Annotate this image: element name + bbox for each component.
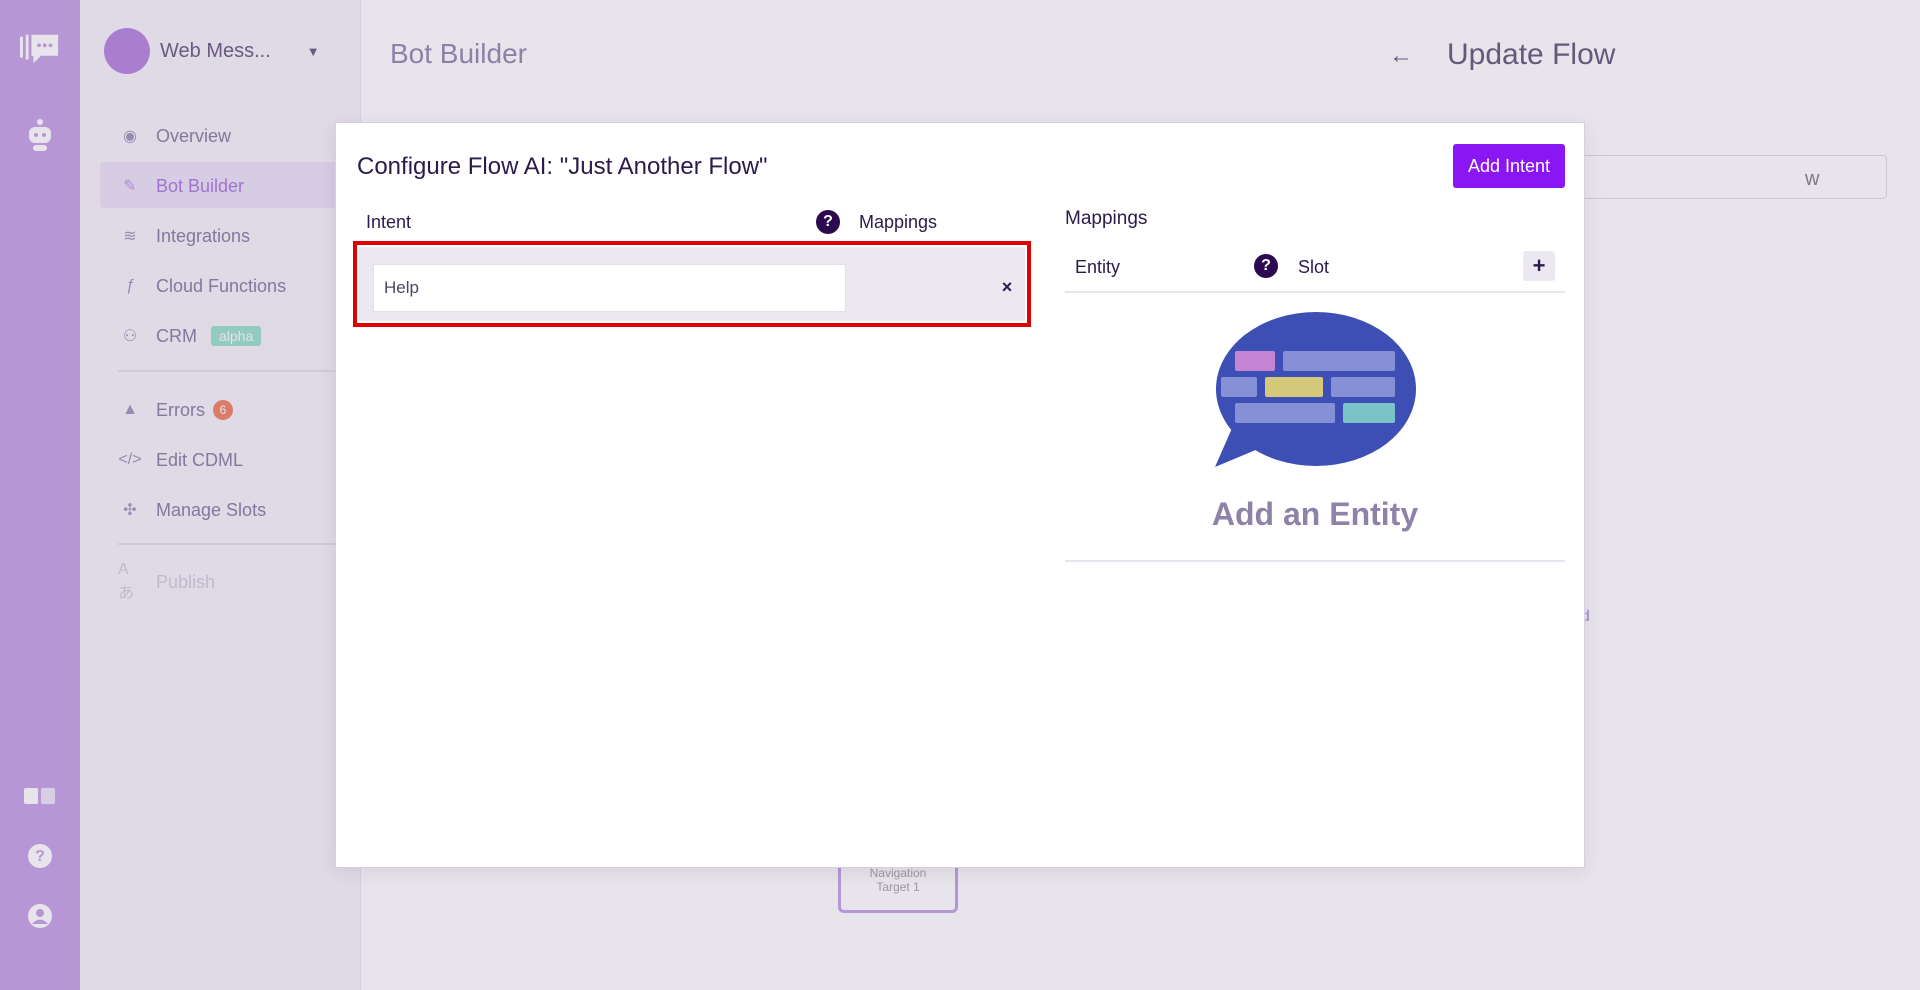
add-intent-button[interactable]: Add Intent: [1453, 144, 1565, 188]
intent-name-input[interactable]: [373, 264, 846, 312]
divider: [1065, 560, 1565, 562]
divider: [1065, 291, 1565, 293]
question-circle-icon[interactable]: ?: [816, 210, 840, 234]
intent-row: ×: [353, 241, 1031, 327]
close-icon[interactable]: ×: [995, 275, 1019, 299]
add-mapping-button[interactable]: +: [1523, 251, 1555, 281]
intent-row-body: ×: [359, 247, 1025, 321]
mappings-column-header: Mappings: [859, 212, 938, 232]
mappings-section-title: Mappings: [1065, 208, 1148, 229]
intent-column-header: Intent: [366, 212, 412, 232]
modal-title: Configure Flow AI: "Just Another Flow": [357, 153, 768, 180]
entity-column-header: Entity: [1075, 257, 1121, 277]
question-circle-icon[interactable]: ?: [1254, 254, 1278, 278]
speech-bubble-illustration-icon: [1213, 311, 1419, 476]
empty-state-label: Add an Entity: [1211, 496, 1419, 532]
slot-column-header: Slot: [1298, 257, 1330, 277]
configure-flow-ai-modal: Configure Flow AI: "Just Another Flow" A…: [335, 122, 1585, 868]
